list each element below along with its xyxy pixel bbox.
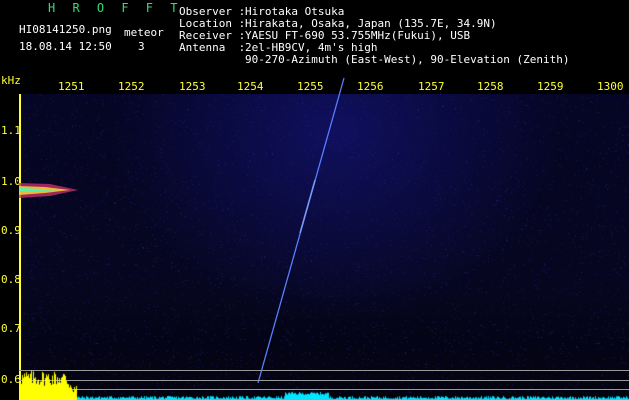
carrier-echo	[19, 183, 78, 198]
signal-level-plot	[19, 365, 629, 400]
hrofft-display: H R O F F T HI08141250.png 18.08.14 12:5…	[0, 0, 629, 400]
